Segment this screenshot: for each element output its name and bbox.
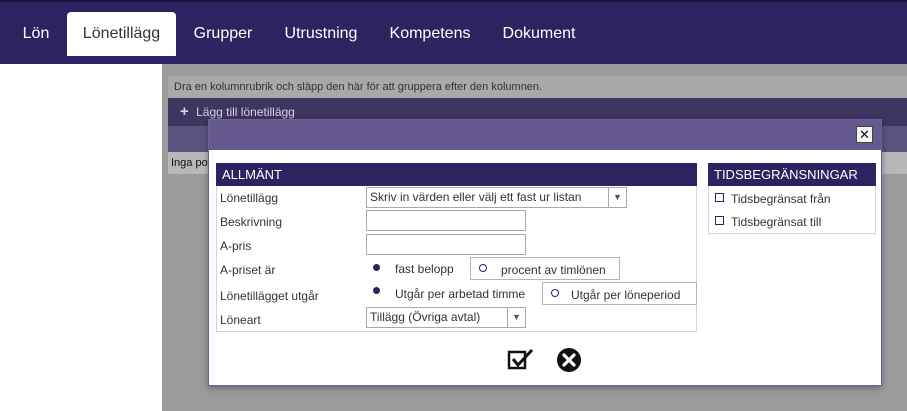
radio-procent-label: procent av timlönen [501, 263, 606, 277]
group-drop-area[interactable]: Dra en kolumnrubrik och släpp den här fö… [168, 76, 907, 98]
dialog-titlebar: ✕ [209, 120, 881, 150]
top-navigation: Lön Lönetillägg Grupper Utrustning Kompe… [0, 0, 907, 64]
plus-icon: + [180, 103, 189, 120]
radio-per-period[interactable] [551, 289, 559, 297]
tidsbegransat-till-label: Tidsbegränsat till [731, 215, 822, 229]
tab-lonetillagg[interactable]: Lönetillägg [67, 12, 176, 56]
chevron-down-icon[interactable]: ▼ [507, 308, 525, 327]
circle-x-icon [557, 348, 581, 372]
tab-dokument[interactable]: Dokument [492, 12, 586, 56]
tidsbegransat-fran-label: Tidsbegränsat från [731, 192, 831, 206]
save-button[interactable] [507, 348, 535, 377]
lonetillagg-combobox[interactable]: Skriv in värden eller välj ett fast ur l… [366, 187, 627, 208]
tab-lon[interactable]: Lön [10, 12, 62, 56]
beskrivning-label: Beskrivning [220, 215, 283, 229]
beskrivning-input[interactable] [366, 210, 526, 231]
radio-per-timme-label: Utgår per arbetad timme [395, 287, 526, 301]
radio-procent-box[interactable]: procent av timlönen [470, 257, 620, 280]
lonetillagg-dialog: ✕ ALLMÄNT Lönetillägg Skriv in värden el… [208, 119, 882, 386]
checkbox-tidsbegransat-till[interactable] [715, 216, 724, 225]
limits-section-header: TIDSBEGRÄNSNINGAR [708, 163, 876, 186]
apris-label: A-pris [220, 239, 252, 253]
cancel-button[interactable] [556, 347, 582, 378]
lonetillagg-placeholder: Skriv in värden eller välj ett fast ur l… [370, 190, 582, 204]
utgar-label: Lönetillägget utgår [220, 289, 319, 303]
lonetillagg-label: Lönetillägg [220, 191, 279, 205]
radio-per-period-label: Utgår per löneperiod [571, 288, 681, 302]
loneart-value: Tillägg (Övriga avtal) [370, 310, 481, 324]
tab-utrustning[interactable]: Utrustning [274, 12, 368, 56]
loneart-label: Löneart [220, 313, 261, 327]
radio-fast-belopp-label: fast belopp [395, 262, 454, 276]
radio-procent[interactable] [479, 264, 487, 272]
radio-fast-belopp[interactable] [373, 264, 380, 271]
checkbox-tidsbegransat-fran[interactable] [715, 193, 724, 202]
radio-per-timme[interactable] [373, 287, 380, 294]
apriset-label: A-priset är [220, 263, 276, 277]
tab-grupper[interactable]: Grupper [184, 12, 262, 56]
loneart-select[interactable]: Tillägg (Övriga avtal) ▼ [366, 307, 526, 328]
add-lonetillagg-label: Lägg till lönetillägg [196, 105, 295, 119]
general-section-header: ALLMÄNT [216, 163, 697, 186]
chevron-down-icon[interactable]: ▼ [608, 188, 626, 207]
radio-per-period-box[interactable]: Utgår per löneperiod [542, 282, 697, 305]
checkbox-confirm-icon [507, 348, 534, 370]
close-button[interactable]: ✕ [856, 126, 873, 143]
tab-kompetens[interactable]: Kompetens [380, 12, 480, 56]
apris-input[interactable] [366, 234, 526, 255]
